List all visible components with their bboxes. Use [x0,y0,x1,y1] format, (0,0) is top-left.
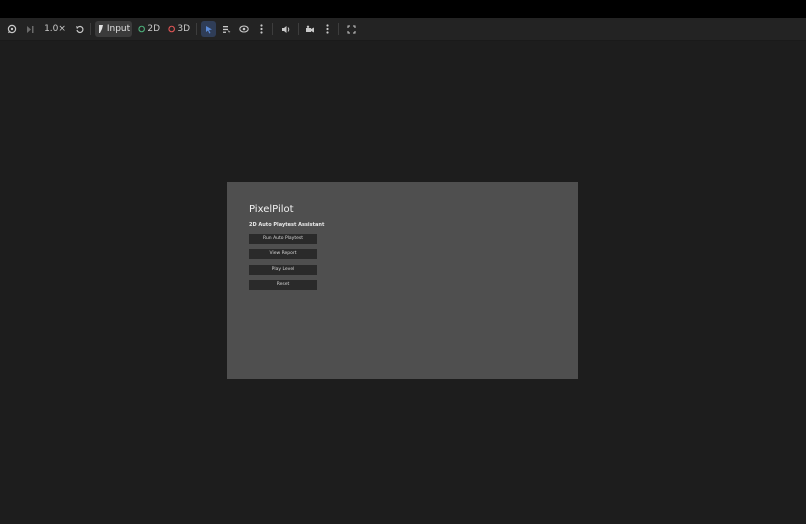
game-window: PixelPilot 2D Auto Playtest Assistant Ru… [227,182,578,379]
mode-2d-label: 2D [147,24,160,34]
toolbar-separator [338,23,339,35]
mode-3d-button[interactable]: 3D [168,18,190,40]
joypad-icon [98,25,103,33]
game-subtitle: 2D Auto Playtest Assistant [249,222,325,228]
more-options-icon[interactable] [256,18,266,40]
speed-label: 1.0× [44,24,66,34]
step-frame-icon[interactable] [24,18,36,40]
speed-button[interactable]: 1.0× [44,18,66,40]
input-toggle-label: Input [106,24,131,34]
input-toggle-button[interactable]: Input [95,21,132,37]
toolbar-separator [90,23,91,35]
run-auto-playtest-button[interactable]: Run Auto Playtest [249,234,317,244]
reset-button[interactable]: Reset [249,280,317,290]
game-title: PixelPilot [249,204,294,215]
reset-speed-icon[interactable] [73,18,85,40]
play-level-button[interactable]: Play Level [249,265,317,275]
fullscreen-icon[interactable] [345,18,358,40]
list-select-icon[interactable] [220,18,232,40]
game-toolbar: 1.0× Input 2D 3D [0,18,806,41]
window-top-bar [0,0,806,18]
visibility-eye-icon[interactable] [238,18,250,40]
view-report-button[interactable]: View Report [249,249,317,259]
mode-2d-button[interactable]: 2D [138,18,160,40]
camera-override-icon[interactable] [303,18,316,40]
remote-debug-icon[interactable] [6,18,18,40]
node-3d-icon [168,25,175,33]
audio-speaker-icon[interactable] [279,18,292,40]
camera-options-icon[interactable] [322,18,332,40]
toolbar-separator [298,23,299,35]
mode-3d-label: 3D [177,24,190,34]
cursor-icon [205,25,212,33]
node-2d-icon [138,25,145,33]
select-mode-button[interactable] [201,21,216,37]
toolbar-separator [272,23,273,35]
toolbar-separator [196,23,197,35]
